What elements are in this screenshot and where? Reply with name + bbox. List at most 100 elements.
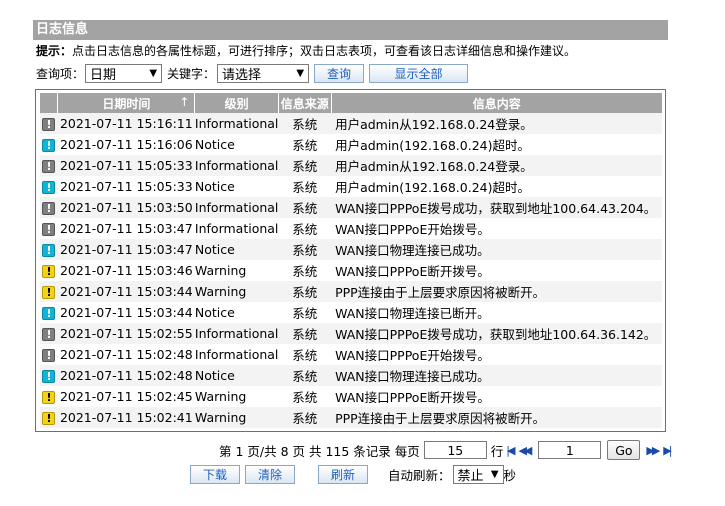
pagination-summary: 第 1 页/共 8 页 共 115 条记录 每页	[219, 443, 420, 459]
per-page-input[interactable]: 15	[423, 441, 487, 459]
table-row[interactable]: ! 2021-07-11 15:02:55 Informational 系统 WAN接口…	[40, 323, 662, 344]
time-column-header[interactable]: 日期时间 ↑	[57, 93, 196, 113]
time-cell: 2021-07-11 15:03:50	[57, 197, 195, 218]
level-cell: Notice	[194, 176, 279, 197]
go-button[interactable]: Go	[607, 440, 641, 460]
log-table: 日期时间 ↑ 级别 信息来源 信息内容 ! 2021-07-11 15:16:11…	[40, 93, 662, 428]
message-cell: PPP连接由于上层要求原因将被断开。	[331, 407, 662, 428]
message-cell: WAN接口PPPoE拨号成功，获取到地址100.64.43.204。	[331, 197, 662, 218]
warning-level-icon: !	[42, 412, 56, 425]
level-icon-cell: !	[40, 407, 58, 428]
table-row[interactable]: ! 2021-07-11 15:03:47 Informational 系统 WAN接口…	[40, 218, 662, 239]
log-table-container: 日期时间 ↑ 级别 信息来源 信息内容 ! 2021-07-11 15:16:11…	[35, 89, 666, 432]
source-cell: 系统	[278, 218, 332, 239]
info-level-icon: !	[42, 202, 56, 215]
time-cell: 2021-07-11 15:03:47	[57, 218, 195, 239]
source-cell: 系统	[278, 113, 332, 134]
level-icon-cell: !	[40, 260, 58, 281]
time-cell: 2021-07-11 15:03:44	[57, 302, 195, 323]
table-row[interactable]: ! 2021-07-11 15:02:48 Notice 系统 WAN接口物理连接已成功…	[40, 365, 662, 386]
level-icon-cell: !	[40, 239, 58, 260]
time-cell: 2021-07-11 15:03:47	[57, 239, 195, 260]
notice-level-icon: !	[42, 370, 56, 383]
auto-refresh-select[interactable]: 禁止 ▼	[452, 464, 504, 484]
level-icon-cell: !	[40, 344, 58, 365]
download-button[interactable]: 下载	[190, 464, 240, 484]
keyword-value: 请选择	[222, 67, 262, 83]
table-row[interactable]: ! 2021-07-11 15:03:46 Warning 系统 WAN接口PPPoE断…	[40, 260, 662, 281]
table-row[interactable]: ! 2021-07-11 15:05:33 Notice 系统 用户admin(192.…	[40, 176, 662, 197]
table-row[interactable]: ! 2021-07-11 15:16:11 Informational 系统 用户adm…	[40, 113, 662, 134]
source-cell: 系统	[278, 155, 332, 176]
refresh-button[interactable]: 刷新	[318, 464, 368, 484]
source-cell: 系统	[278, 302, 332, 323]
source-cell: 系统	[278, 407, 332, 428]
search-button[interactable]: 查询	[314, 63, 365, 83]
query-field-label: 查询项：	[36, 66, 85, 81]
query-field-value: 日期	[90, 67, 117, 83]
table-row[interactable]: ! 2021-07-11 15:03:50 Informational 系统 WAN接口…	[40, 197, 662, 218]
time-cell: 2021-07-11 15:16:11	[57, 113, 195, 134]
message-cell: 用户admin从192.168.0.24登录。	[331, 155, 662, 176]
chevron-down-icon: ▼	[490, 468, 499, 480]
level-cell: Informational	[194, 155, 279, 176]
chevron-down-icon: ▼	[296, 67, 305, 79]
source-cell: 系统	[278, 386, 332, 407]
table-row[interactable]: ! 2021-07-11 15:03:44 Warning 系统 PPP连接由于上层要求…	[40, 281, 662, 302]
icon-column-header	[40, 93, 59, 113]
content-column-header[interactable]: 信息内容	[331, 93, 662, 113]
hint-label: 提示：	[36, 44, 73, 58]
source-cell: 系统	[278, 134, 332, 155]
info-level-icon: !	[42, 160, 56, 173]
level-column-header[interactable]: 级别	[194, 93, 279, 113]
source-cell: 系统	[278, 239, 332, 260]
table-row[interactable]: ! 2021-07-11 15:02:45 Warning 系统 WAN接口PPPoE断…	[40, 386, 662, 407]
query-field-select[interactable]: 日期 ▼	[85, 63, 163, 83]
time-cell: 2021-07-11 15:02:41	[57, 407, 195, 428]
level-icon-cell: !	[40, 176, 58, 197]
message-cell: WAN接口物理连接已成功。	[331, 365, 662, 386]
show-all-button[interactable]: 显示全部	[369, 63, 469, 83]
info-level-icon: !	[42, 223, 56, 236]
source-cell: 系统	[278, 344, 332, 365]
query-toolbar: 查询项： 日期 ▼ 关键字： 请选择 ▼ 查询 显示全部	[36, 63, 469, 83]
level-cell: Notice	[194, 134, 279, 155]
level-icon-cell: !	[40, 386, 58, 407]
source-cell: 系统	[278, 197, 332, 218]
keyword-select[interactable]: 请选择 ▼	[217, 63, 310, 83]
time-cell: 2021-07-11 15:03:46	[57, 260, 195, 281]
auto-refresh-label: 自动刷新：	[388, 467, 451, 483]
table-row[interactable]: ! 2021-07-11 15:03:44 Notice 系统 WAN接口物理连接已断开…	[40, 302, 662, 323]
action-bar: 下载 清除 刷新 自动刷新： 禁止 ▼ 秒	[190, 464, 516, 484]
source-column-header[interactable]: 信息来源	[278, 93, 332, 113]
last-page-icon[interactable]: ▶|	[663, 444, 672, 457]
page-title: 日志信息	[33, 20, 668, 40]
level-cell: Informational	[194, 113, 279, 134]
time-column-label: 日期时间	[102, 96, 151, 111]
table-row[interactable]: ! 2021-07-11 15:16:06 Notice 系统 用户admin(192.…	[40, 134, 662, 155]
table-row[interactable]: ! 2021-07-11 15:05:33 Informational 系统 用户adm…	[40, 155, 662, 176]
notice-level-icon: !	[42, 307, 56, 320]
time-cell: 2021-07-11 15:16:06	[57, 134, 195, 155]
message-cell: 用户admin(192.168.0.24)超时。	[331, 176, 662, 197]
next-page-icon[interactable]: ▶▶	[646, 444, 660, 457]
prev-page-icon[interactable]: ◀◀	[518, 444, 532, 457]
page-number-input[interactable]: 1	[538, 441, 602, 459]
message-cell: WAN接口PPPoE拨号成功，获取到地址100.64.36.142。	[331, 323, 662, 344]
time-cell: 2021-07-11 15:03:44	[57, 281, 195, 302]
table-row[interactable]: ! 2021-07-11 15:02:41 Warning 系统 PPP连接由于上层要求…	[40, 407, 662, 428]
clear-button[interactable]: 清除	[245, 464, 295, 484]
log-table-body: ! 2021-07-11 15:16:11 Informational 系统 用户adm…	[40, 113, 662, 428]
level-cell: Warning	[194, 281, 279, 302]
level-cell: Notice	[194, 239, 279, 260]
rows-label: 行	[490, 443, 504, 459]
keyword-label: 关键字：	[167, 66, 216, 81]
first-page-icon[interactable]: |◀	[506, 444, 515, 457]
warning-level-icon: !	[42, 286, 56, 299]
table-row[interactable]: ! 2021-07-11 15:02:48 Informational 系统 WAN接口…	[40, 344, 662, 365]
table-row[interactable]: ! 2021-07-11 15:03:47 Notice 系统 WAN接口物理连接已成功…	[40, 239, 662, 260]
level-icon-cell: !	[40, 281, 58, 302]
level-cell: Notice	[194, 365, 279, 386]
source-cell: 系统	[278, 323, 332, 344]
time-cell: 2021-07-11 15:02:48	[57, 344, 195, 365]
